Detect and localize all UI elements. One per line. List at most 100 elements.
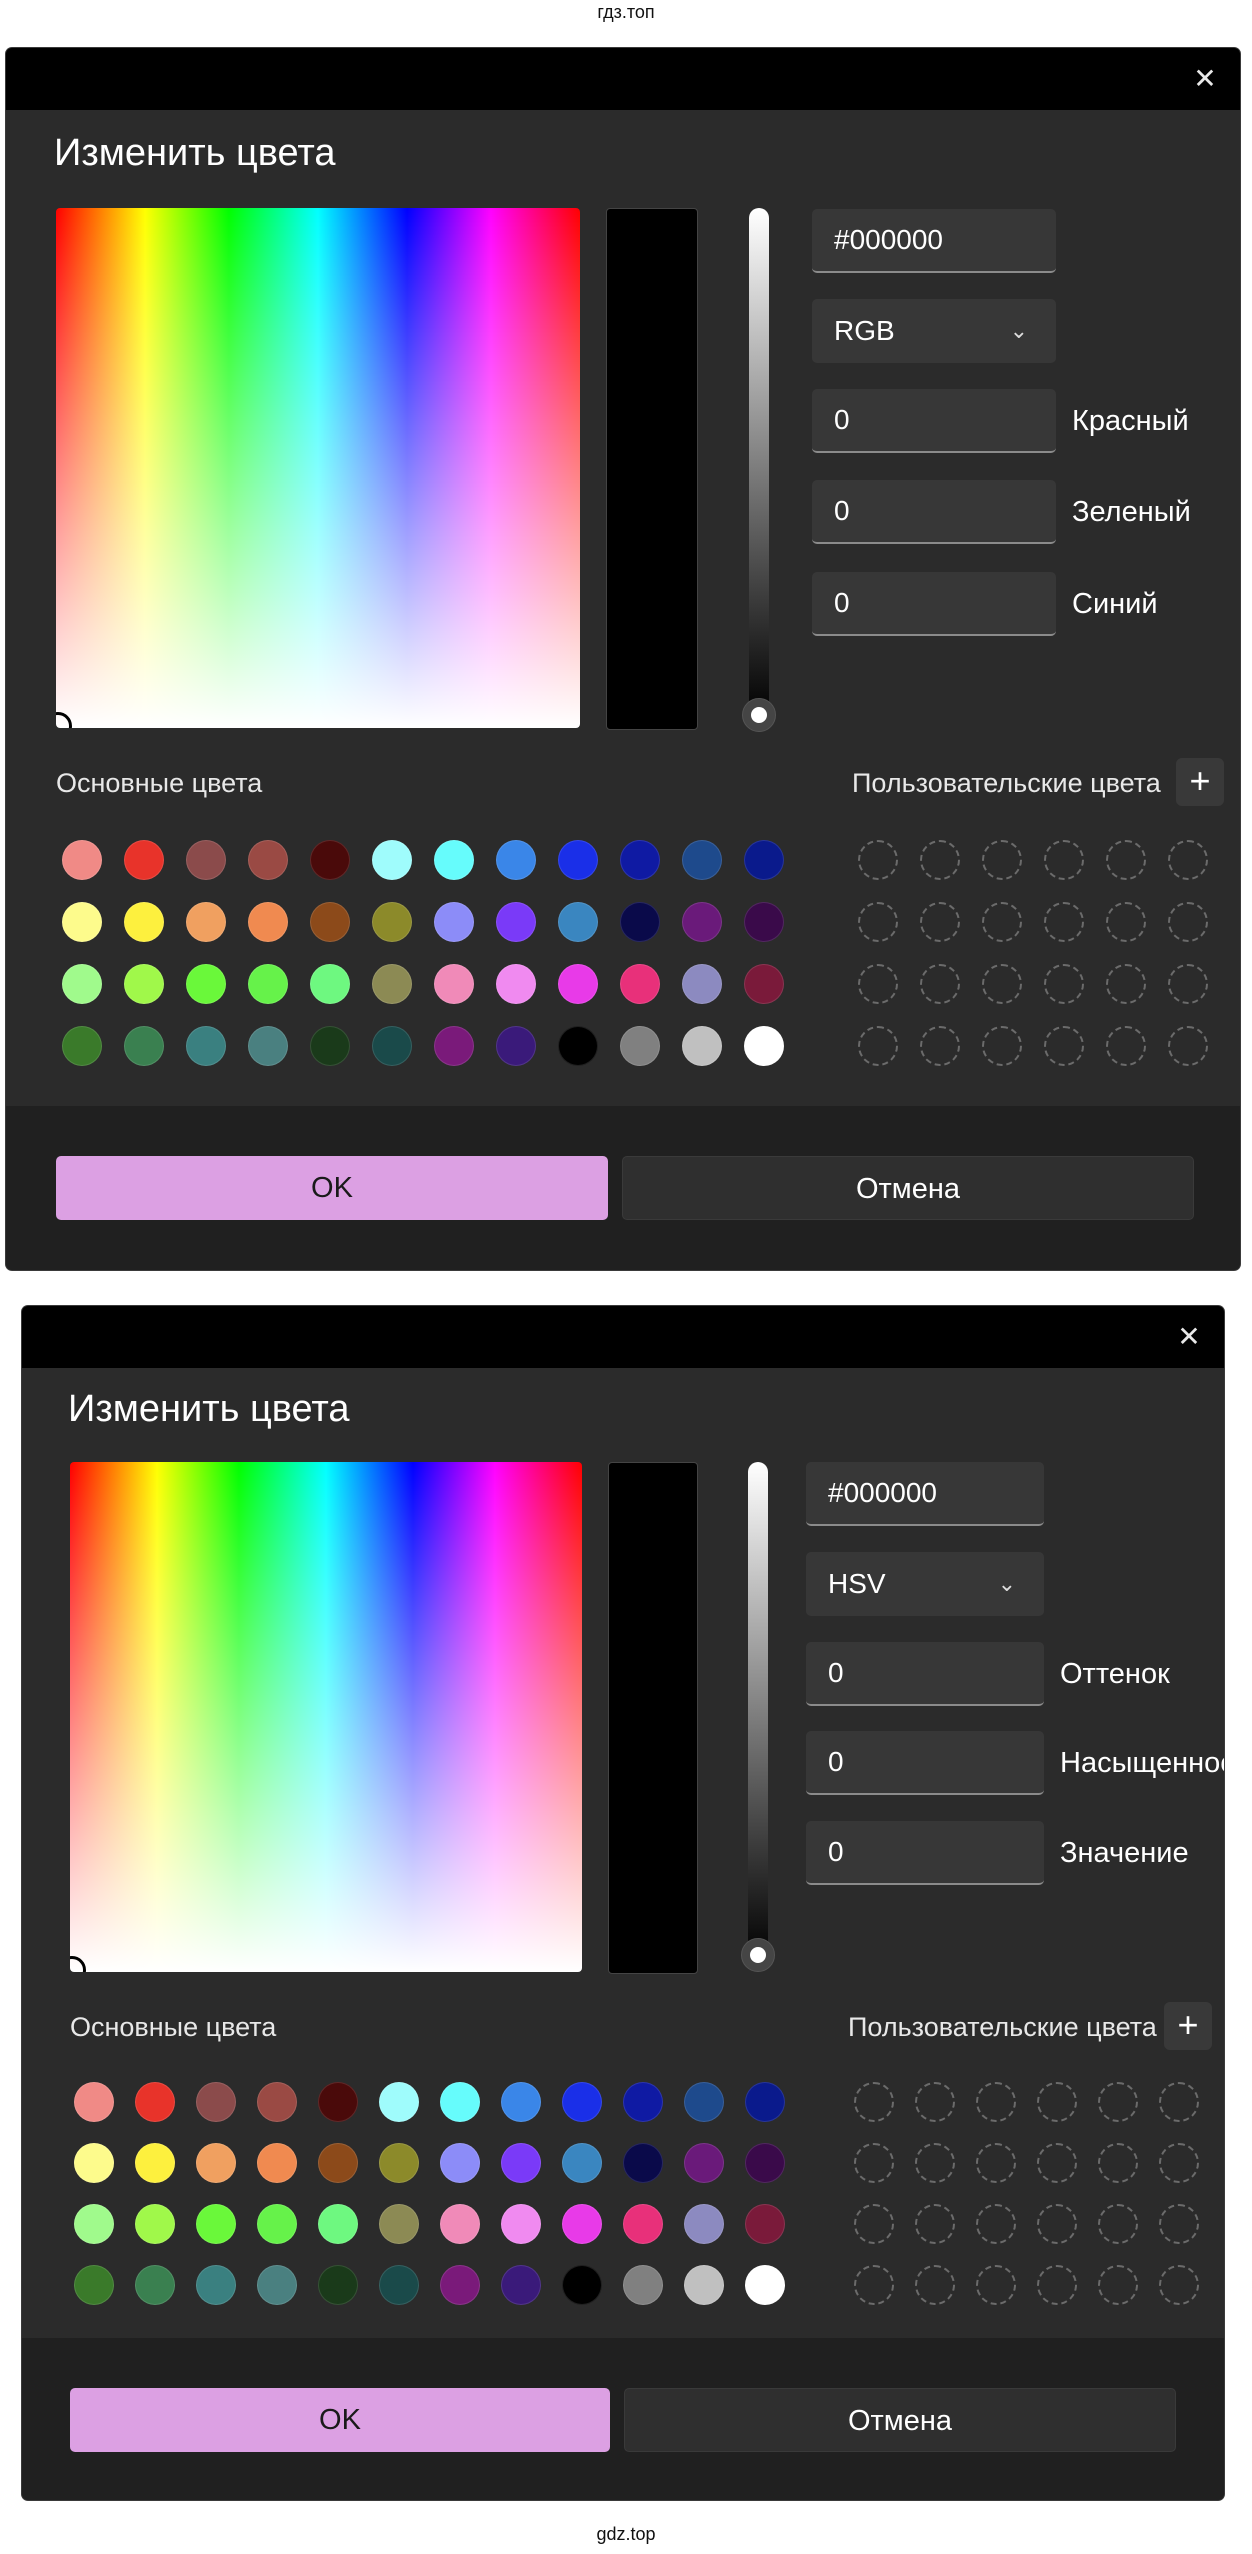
color-spectrum[interactable] xyxy=(70,1462,582,1972)
basic-color-swatch[interactable] xyxy=(186,964,226,1004)
custom-color-slot[interactable] xyxy=(920,1026,960,1066)
custom-color-slot[interactable] xyxy=(1106,964,1146,1004)
custom-color-slot[interactable] xyxy=(915,2082,955,2122)
basic-color-swatch[interactable] xyxy=(310,1026,350,1066)
basic-color-swatch[interactable] xyxy=(745,2204,785,2244)
basic-color-swatch[interactable] xyxy=(74,2265,114,2305)
basic-color-swatch[interactable] xyxy=(74,2204,114,2244)
basic-color-swatch[interactable] xyxy=(496,902,536,942)
basic-color-swatch[interactable] xyxy=(379,2265,419,2305)
basic-color-swatch[interactable] xyxy=(684,2204,724,2244)
add-custom-color-button[interactable]: + xyxy=(1176,758,1224,806)
custom-color-slot[interactable] xyxy=(1168,1026,1208,1066)
basic-color-swatch[interactable] xyxy=(501,2082,541,2122)
custom-color-slot[interactable] xyxy=(1159,2265,1199,2305)
hex-input[interactable]: #000000 xyxy=(812,209,1056,273)
custom-color-slot[interactable] xyxy=(1098,2204,1138,2244)
basic-color-swatch[interactable] xyxy=(623,2082,663,2122)
custom-color-slot[interactable] xyxy=(976,2265,1016,2305)
custom-color-slot[interactable] xyxy=(915,2265,955,2305)
basic-color-swatch[interactable] xyxy=(310,902,350,942)
channel-1-input[interactable]: 0 xyxy=(806,1642,1044,1706)
basic-color-swatch[interactable] xyxy=(562,2082,602,2122)
close-button[interactable]: ✕ xyxy=(1182,56,1228,102)
basic-color-swatch[interactable] xyxy=(496,1026,536,1066)
basic-color-swatch[interactable] xyxy=(372,902,412,942)
basic-color-swatch[interactable] xyxy=(440,2143,480,2183)
custom-color-slot[interactable] xyxy=(854,2143,894,2183)
custom-color-slot[interactable] xyxy=(1044,902,1084,942)
custom-color-slot[interactable] xyxy=(1037,2143,1077,2183)
basic-color-swatch[interactable] xyxy=(745,2082,785,2122)
custom-color-slot[interactable] xyxy=(982,1026,1022,1066)
spectrum-handle[interactable] xyxy=(56,712,72,728)
basic-color-swatch[interactable] xyxy=(558,964,598,1004)
custom-color-slot[interactable] xyxy=(1159,2143,1199,2183)
custom-color-slot[interactable] xyxy=(1168,902,1208,942)
basic-color-swatch[interactable] xyxy=(562,2204,602,2244)
basic-color-swatch[interactable] xyxy=(248,840,288,880)
basic-color-swatch[interactable] xyxy=(684,2143,724,2183)
basic-color-swatch[interactable] xyxy=(434,902,474,942)
basic-color-swatch[interactable] xyxy=(379,2204,419,2244)
custom-color-slot[interactable] xyxy=(976,2143,1016,2183)
basic-color-swatch[interactable] xyxy=(558,902,598,942)
basic-color-swatch[interactable] xyxy=(62,902,102,942)
basic-color-swatch[interactable] xyxy=(623,2265,663,2305)
basic-color-swatch[interactable] xyxy=(124,964,164,1004)
value-slider-thumb[interactable] xyxy=(742,698,776,732)
custom-color-slot[interactable] xyxy=(982,964,1022,1004)
basic-color-swatch[interactable] xyxy=(434,840,474,880)
custom-color-slot[interactable] xyxy=(1037,2204,1077,2244)
basic-color-swatch[interactable] xyxy=(196,2143,236,2183)
custom-color-slot[interactable] xyxy=(1159,2204,1199,2244)
basic-color-swatch[interactable] xyxy=(620,840,660,880)
basic-color-swatch[interactable] xyxy=(684,2082,724,2122)
basic-color-swatch[interactable] xyxy=(257,2204,297,2244)
custom-color-slot[interactable] xyxy=(915,2204,955,2244)
ok-button[interactable]: OK xyxy=(56,1156,608,1220)
custom-color-slot[interactable] xyxy=(1168,964,1208,1004)
custom-color-slot[interactable] xyxy=(920,840,960,880)
custom-color-slot[interactable] xyxy=(854,2082,894,2122)
basic-color-swatch[interactable] xyxy=(623,2143,663,2183)
basic-color-swatch[interactable] xyxy=(186,902,226,942)
channel-3-input[interactable]: 0 xyxy=(806,1821,1044,1885)
basic-color-swatch[interactable] xyxy=(620,1026,660,1066)
custom-color-slot[interactable] xyxy=(1044,840,1084,880)
basic-color-swatch[interactable] xyxy=(682,1026,722,1066)
custom-color-slot[interactable] xyxy=(1037,2082,1077,2122)
basic-color-swatch[interactable] xyxy=(135,2082,175,2122)
basic-color-swatch[interactable] xyxy=(744,1026,784,1066)
custom-color-slot[interactable] xyxy=(1159,2082,1199,2122)
basic-color-swatch[interactable] xyxy=(186,840,226,880)
custom-color-slot[interactable] xyxy=(976,2204,1016,2244)
custom-color-slot[interactable] xyxy=(854,2204,894,2244)
custom-color-slot[interactable] xyxy=(1106,902,1146,942)
custom-color-slot[interactable] xyxy=(976,2082,1016,2122)
basic-color-swatch[interactable] xyxy=(562,2143,602,2183)
basic-color-swatch[interactable] xyxy=(501,2265,541,2305)
basic-color-swatch[interactable] xyxy=(124,902,164,942)
basic-color-swatch[interactable] xyxy=(124,840,164,880)
basic-color-swatch[interactable] xyxy=(501,2143,541,2183)
custom-color-slot[interactable] xyxy=(858,902,898,942)
basic-color-swatch[interactable] xyxy=(196,2265,236,2305)
basic-color-swatch[interactable] xyxy=(318,2204,358,2244)
custom-color-slot[interactable] xyxy=(920,902,960,942)
basic-color-swatch[interactable] xyxy=(257,2082,297,2122)
channel-2-input[interactable]: 0 xyxy=(812,480,1056,544)
basic-color-swatch[interactable] xyxy=(379,2143,419,2183)
close-button[interactable]: ✕ xyxy=(1166,1314,1212,1360)
basic-color-swatch[interactable] xyxy=(318,2265,358,2305)
color-spectrum[interactable] xyxy=(56,208,580,728)
basic-color-swatch[interactable] xyxy=(62,840,102,880)
color-mode-dropdown[interactable]: RGB ⌄ xyxy=(812,299,1056,363)
basic-color-swatch[interactable] xyxy=(562,2265,602,2305)
basic-color-swatch[interactable] xyxy=(745,2143,785,2183)
basic-color-swatch[interactable] xyxy=(248,1026,288,1066)
basic-color-swatch[interactable] xyxy=(135,2143,175,2183)
custom-color-slot[interactable] xyxy=(982,902,1022,942)
basic-color-swatch[interactable] xyxy=(744,902,784,942)
basic-color-swatch[interactable] xyxy=(372,964,412,1004)
